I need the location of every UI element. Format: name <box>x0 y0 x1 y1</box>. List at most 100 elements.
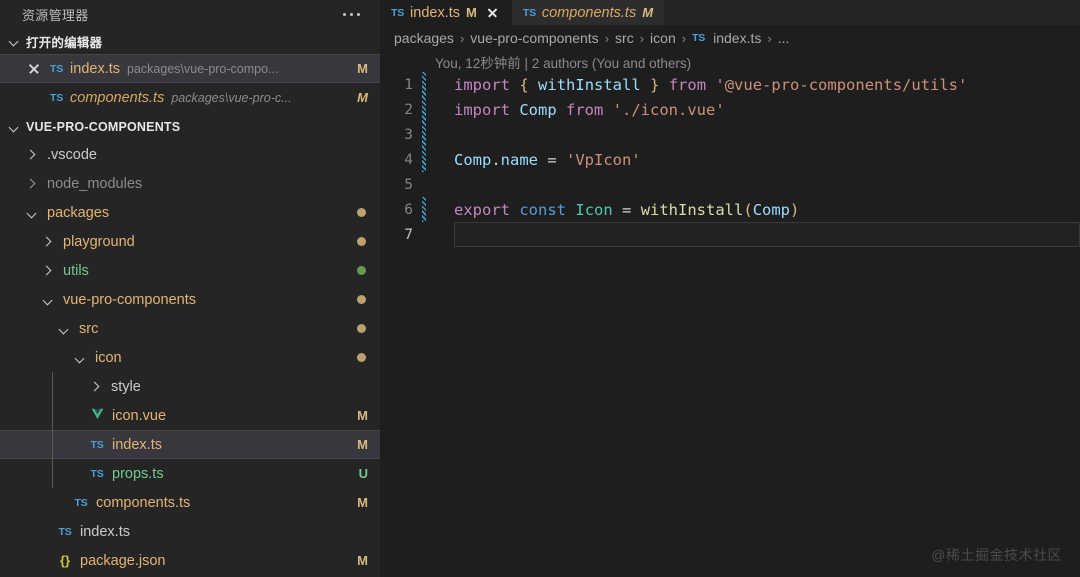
code-token: from <box>668 75 707 94</box>
code-line[interactable]: 1 import { withInstall } from '@vue-pro-c… <box>380 72 1080 97</box>
breadcrumb-segment[interactable]: vue-pro-components <box>470 30 598 46</box>
breadcrumb-segment[interactable]: packages <box>394 30 454 46</box>
project-section-header[interactable]: VUE-PRO-COMPONENTS <box>0 114 380 140</box>
code-token: = <box>538 150 566 169</box>
git-change-marker <box>422 122 426 147</box>
tab-label: index.ts <box>410 4 461 21</box>
breadcrumb-segment[interactable]: src <box>615 30 634 46</box>
git-status-badge: M <box>357 553 368 568</box>
file-tree-item-packages[interactable]: packages <box>0 198 380 227</box>
close-icon[interactable] <box>26 61 42 77</box>
file-tree-item-icon[interactable]: icon <box>0 343 380 372</box>
current-line-highlight <box>454 222 1080 247</box>
file-tree-item-vue-pro-components[interactable]: vue-pro-components <box>0 285 380 314</box>
tab-close-icon[interactable] <box>485 5 501 21</box>
file-tree-item-utils[interactable]: utils <box>0 256 380 285</box>
code-line[interactable]: 5 <box>380 172 1080 197</box>
open-editor-item[interactable]: TS index.ts packages\vue-pro-compo... M <box>0 54 380 83</box>
file-tree-item-playground[interactable]: playground <box>0 227 380 256</box>
file-tree-item-package-json[interactable]: {} package.json M <box>0 546 380 575</box>
file-tree-item-label: node_modules <box>47 175 143 192</box>
code-token: import <box>454 75 510 94</box>
file-tree-item-style[interactable]: style <box>0 372 380 401</box>
git-status-dot <box>357 237 366 246</box>
breadcrumb-segment[interactable]: index.ts <box>713 30 761 46</box>
git-status-dot <box>357 353 366 362</box>
explorer-title: 资源管理器 <box>22 7 89 23</box>
file-tree-item-label: playground <box>63 233 135 250</box>
chevron-right-icon <box>40 234 56 250</box>
code-text: import Comp from './icon.vue' <box>426 101 725 119</box>
ts-file-icon: TS <box>58 525 72 538</box>
file-tree-item-index-ts[interactable]: TS index.ts <box>0 517 380 546</box>
chevron-down-icon <box>40 292 56 308</box>
file-tree-item-node-modules[interactable]: node_modules <box>0 169 380 198</box>
vue-file-icon <box>89 407 105 425</box>
line-number: 6 <box>404 201 413 218</box>
open-editor-name: components.ts <box>70 89 165 106</box>
file-tree-item-label: icon <box>95 349 122 366</box>
file-tree-item-label: icon.vue <box>112 407 167 424</box>
code-line[interactable]: 7 <box>380 222 1080 247</box>
chevron-down-icon <box>6 33 22 49</box>
file-tree-item-props-ts[interactable]: TS props.ts U <box>0 459 380 488</box>
code-line[interactable]: 4 Comp.name = 'VpIcon' <box>380 147 1080 172</box>
open-editors-section-header[interactable]: 打开的编辑器 <box>0 28 380 54</box>
code-token: '@vue-pro-components/utils' <box>715 75 968 94</box>
git-status-badge: U <box>358 466 368 481</box>
more-actions-icon[interactable] <box>343 12 366 16</box>
tab-label: components.ts <box>541 4 637 21</box>
code-line[interactable]: 3 <box>380 122 1080 147</box>
file-tree-item-index-ts[interactable]: TS index.ts M <box>0 430 380 459</box>
editor-tab-index-ts[interactable]: TS index.ts M <box>380 0 512 25</box>
line-number: 1 <box>404 76 413 93</box>
breadcrumb-separator: › <box>681 30 687 46</box>
file-tree-item-label: vue-pro-components <box>63 291 196 308</box>
chevron-down-icon <box>72 350 88 366</box>
file-tree-item-label: .vscode <box>47 146 97 163</box>
file-tree-item-icon-vue[interactable]: icon.vue M <box>0 401 380 430</box>
code-token: withInstall <box>640 200 744 219</box>
code-token: Comp <box>752 200 791 219</box>
file-tree-item--vscode[interactable]: .vscode <box>0 140 380 169</box>
open-editor-item[interactable]: TS components.ts packages\vue-pro-c... M <box>0 83 380 112</box>
line-number: 5 <box>404 176 413 193</box>
code-line[interactable]: 2 import Comp from './icon.vue' <box>380 97 1080 122</box>
file-tree-item-label: index.ts <box>80 523 130 540</box>
code-token: Comp <box>519 100 557 119</box>
breadcrumb-segment[interactable]: icon <box>650 30 676 46</box>
breadcrumb[interactable]: packages › vue-pro-components › src › icon › TS i… <box>380 25 1080 51</box>
code-token: from <box>566 100 604 119</box>
line-number: 4 <box>404 151 413 168</box>
code-content[interactable]: 1 import { withInstall } from '@vue-pro-c… <box>380 72 1080 247</box>
breadcrumb-separator: › <box>639 30 645 46</box>
git-status-badge: M <box>357 408 368 423</box>
code-token: = <box>612 200 641 219</box>
code-token: ) <box>790 200 800 219</box>
ts-file-icon: TS <box>391 6 405 19</box>
file-tree-item-components-ts[interactable]: TS components.ts M <box>0 488 380 517</box>
git-status-dot <box>357 266 366 275</box>
json-file-icon: {} <box>59 553 71 568</box>
file-tree-item-src[interactable]: src <box>0 314 380 343</box>
git-status-badge: M <box>357 61 368 76</box>
ts-file-icon: TS <box>50 91 64 104</box>
tab-dirty-badge: M <box>642 5 654 20</box>
open-editor-path: packages\vue-pro-compo... <box>127 61 279 76</box>
tab-dirty-badge: M <box>466 5 477 20</box>
breadcrumb-segment[interactable]: ... <box>778 30 790 46</box>
code-line[interactable]: 6 export const Icon = withInstall(Comp) <box>380 197 1080 222</box>
git-status-dot <box>357 208 366 217</box>
code-token: 'VpIcon' <box>566 150 641 169</box>
breadcrumb-separator: › <box>604 30 610 46</box>
editor-tab-components-ts[interactable]: TS components.ts M <box>511 0 665 25</box>
code-token: withInstall <box>538 75 641 94</box>
watermark: @稀土掘金技术社区 <box>931 547 1062 563</box>
